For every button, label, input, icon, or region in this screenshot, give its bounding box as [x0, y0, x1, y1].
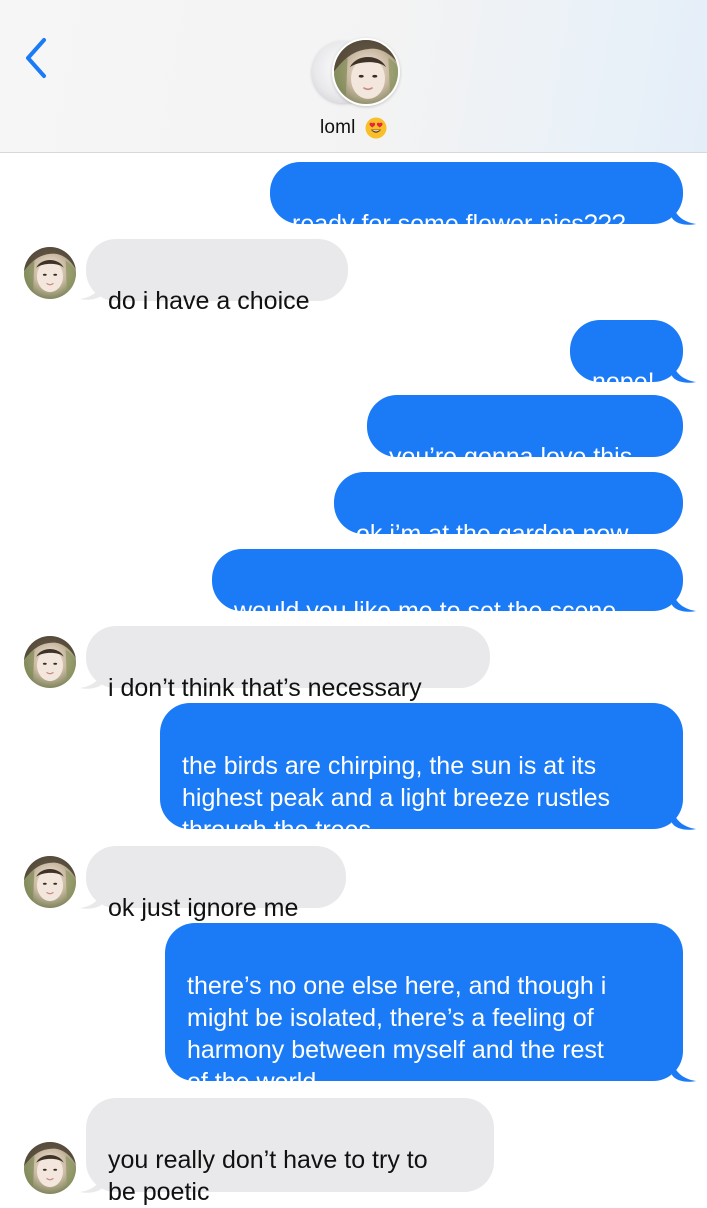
- avatar[interactable]: [24, 856, 76, 908]
- message-text: you’re gonna love this: [389, 443, 633, 471]
- message-text: there’s no one else here, and though i m…: [187, 972, 607, 1096]
- message-bubble-sent[interactable]: the birds are chirping, the sun is at it…: [160, 703, 683, 844]
- message-bubble-sent[interactable]: nope!: [570, 320, 683, 396]
- message-bubble-received[interactable]: you really don’t have to try to be poeti…: [86, 1098, 494, 1206]
- contact-title[interactable]: loml: [0, 117, 707, 139]
- message-bubble-received[interactable]: i don’t think that’s necessary: [86, 626, 490, 702]
- avatar[interactable]: [24, 636, 76, 688]
- avatar[interactable]: [24, 247, 76, 299]
- contact-name: loml: [319, 117, 356, 138]
- message-bubble-sent[interactable]: you’re gonna love this: [367, 395, 683, 471]
- message-bubble-sent[interactable]: would you like me to set the scene: [212, 549, 683, 625]
- message-text: do i have a choice: [108, 287, 310, 315]
- message-text: you really don’t have to try to be poeti…: [108, 1146, 428, 1206]
- message-text: the birds are chirping, the sun is at it…: [182, 752, 611, 844]
- bubble-tail: [672, 202, 696, 225]
- message-text: would you like me to set the scene: [234, 597, 617, 625]
- heart-eyes-icon: [365, 117, 387, 139]
- message-bubble-received[interactable]: do i have a choice: [86, 239, 348, 315]
- avatar: [332, 38, 400, 106]
- message-bubble-sent[interactable]: there’s no one else here, and though i m…: [165, 923, 683, 1096]
- message-text: ready for some flower pics???: [292, 210, 626, 238]
- contact-avatar[interactable]: [312, 38, 400, 108]
- bubble-tail: [672, 589, 696, 612]
- bubble-tail: [672, 807, 696, 830]
- chat-header: loml: [0, 0, 707, 153]
- message-text: ok i’m at the garden now: [356, 520, 629, 548]
- avatar[interactable]: [24, 1142, 76, 1194]
- message-text: nope!: [592, 368, 655, 396]
- message-bubble-sent[interactable]: ok i’m at the garden now: [334, 472, 683, 548]
- chevron-left-icon[interactable]: [18, 36, 54, 80]
- message-bubble-sent[interactable]: ready for some flower pics???: [270, 162, 683, 238]
- bubble-tail: [672, 360, 696, 383]
- bubble-tail: [672, 1059, 696, 1082]
- message-text: i don’t think that’s necessary: [108, 674, 422, 702]
- message-bubble-received[interactable]: ok just ignore me: [86, 846, 346, 922]
- back-button[interactable]: [18, 36, 54, 80]
- message-text: ok just ignore me: [108, 894, 299, 922]
